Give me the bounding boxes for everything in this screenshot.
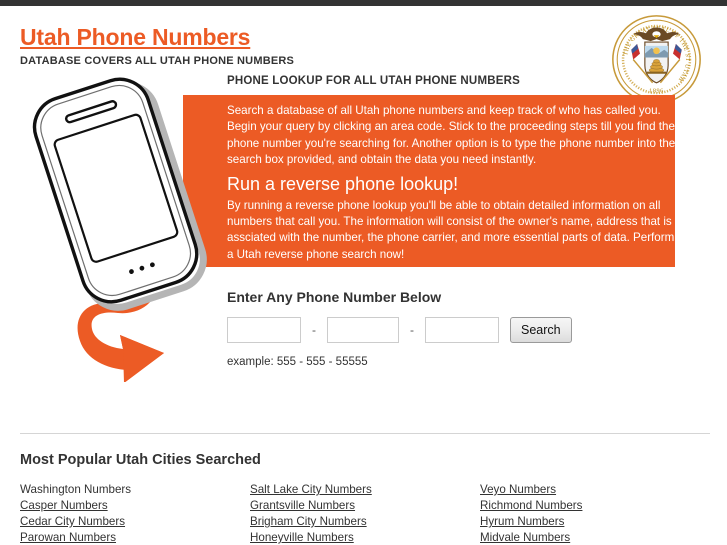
hero-section: PHONE LOOKUP FOR ALL UTAH PHONE NUMBERS … (0, 67, 727, 387)
prefix-input[interactable] (327, 317, 399, 343)
city-link[interactable]: Washington Numbers (20, 482, 250, 498)
city-link[interactable]: Grantsville Numbers (250, 498, 480, 514)
city-link[interactable]: Casper Numbers (20, 498, 250, 514)
site-tagline: DATABASE COVERS ALL UTAH PHONE NUMBERS (20, 55, 295, 67)
separator-dash-1: - (312, 323, 316, 337)
hero-heading: PHONE LOOKUP FOR ALL UTAH PHONE NUMBERS (227, 75, 520, 87)
city-link[interactable]: Salt Lake City Numbers (250, 482, 480, 498)
form-input-row: - - Search (227, 317, 572, 343)
hero-copy: Search a database of all Utah phone numb… (227, 103, 677, 263)
page-container: Utah Phone Numbers DATABASE COVERS ALL U… (0, 6, 727, 545)
site-header: Utah Phone Numbers DATABASE COVERS ALL U… (0, 6, 727, 104)
form-title: Enter Any Phone Number Below (227, 289, 442, 305)
hero-paragraph-2: By running a reverse phone lookup you'll… (227, 198, 675, 261)
city-link[interactable]: Parowan Numbers (20, 530, 250, 545)
city-link[interactable]: Cedar City Numbers (20, 514, 250, 530)
popular-cities-columns: Washington Numbers Casper Numbers Cedar … (20, 482, 710, 545)
separator-dash-2: - (410, 323, 414, 337)
form-example-hint: example: 555 - 555 - 55555 (227, 356, 368, 368)
city-link[interactable]: Richmond Numbers (480, 498, 710, 514)
city-link[interactable]: Honeyville Numbers (250, 530, 480, 545)
hero-paragraph-1: Search a database of all Utah phone numb… (227, 104, 676, 167)
line-number-input[interactable] (425, 317, 499, 343)
hero-subheading: Run a reverse phone lookup! (227, 173, 459, 194)
search-button[interactable]: Search (510, 317, 572, 343)
cities-column-1: Washington Numbers Casper Numbers Cedar … (20, 482, 250, 545)
cities-column-2: Salt Lake City Numbers Grantsville Numbe… (250, 482, 480, 545)
city-link[interactable]: Veyo Numbers (480, 482, 710, 498)
city-link[interactable]: Hyrum Numbers (480, 514, 710, 530)
site-title-link[interactable]: Utah Phone Numbers (20, 24, 250, 50)
area-code-input[interactable] (227, 317, 301, 343)
section-divider (20, 433, 710, 434)
phone-body (32, 77, 199, 304)
orange-curved-arrow (77, 249, 164, 383)
cities-column-3: Veyo Numbers Richmond Numbers Hyrum Numb… (480, 482, 710, 545)
city-link[interactable]: Midvale Numbers (480, 530, 710, 545)
popular-cities-section: Most Popular Utah Cities Searched Washin… (20, 452, 710, 545)
popular-cities-title: Most Popular Utah Cities Searched (20, 452, 261, 468)
city-link[interactable]: Brigham City Numbers (250, 514, 480, 530)
phone-search-form: Enter Any Phone Number Below - - Search … (227, 289, 572, 368)
